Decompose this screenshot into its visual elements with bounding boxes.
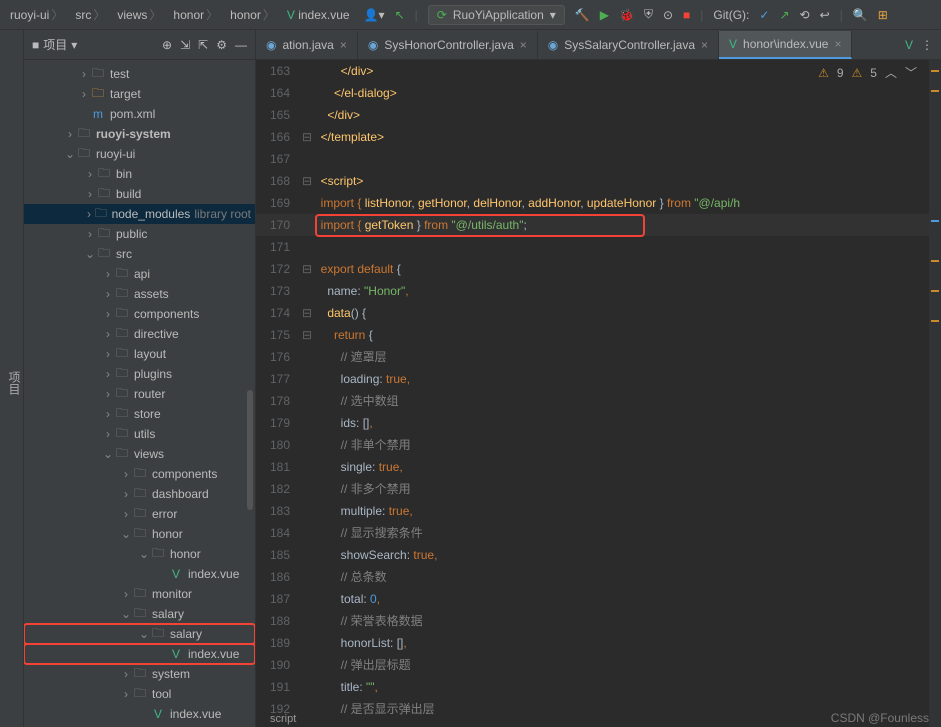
vue-icon[interactable]: V — [905, 38, 913, 52]
breadcrumb-bar: ruoyi-ui〉 src〉 views〉 honor〉 honor〉 V in… — [0, 0, 941, 30]
run-icon[interactable]: ▶ — [600, 8, 609, 22]
collapse-icon[interactable]: ⇱ — [198, 38, 208, 52]
close-icon[interactable]: × — [520, 38, 527, 52]
project-sidebar: ■ 项目 ▾ ⊕ ⇲ ⇱ ⚙ — ›🗀test ›🗀target mpom.xm… — [24, 30, 256, 727]
git-revert-icon[interactable]: ↩ — [820, 8, 830, 22]
close-icon[interactable]: × — [834, 37, 841, 51]
tree-scroll[interactable] — [247, 390, 253, 510]
settings-icon[interactable]: ⊞ — [878, 8, 888, 22]
stop-icon[interactable]: ■ — [683, 8, 690, 22]
close-icon[interactable]: × — [701, 38, 708, 52]
hide-icon[interactable]: — — [235, 38, 247, 52]
run-config-dropdown[interactable]: ⟳RuoYiApplication▾ — [428, 5, 565, 25]
project-tree[interactable]: ›🗀test ›🗀target mpom.xml ›🗀ruoyi-system … — [24, 60, 255, 727]
git-label: Git(G): — [713, 8, 749, 22]
locate-icon[interactable]: ⊕ — [162, 38, 172, 52]
breadcrumb[interactable]: honor〉 — [226, 6, 281, 23]
debug-icon[interactable]: 🐞 — [619, 8, 634, 22]
more-icon[interactable]: ⋮ — [921, 38, 933, 52]
git-commit-icon[interactable]: ↗ — [779, 8, 789, 22]
user-icon[interactable]: 👤▾ — [364, 8, 385, 22]
editor-pane: ◉ation.java× ◉SysHonorController.java× ◉… — [256, 30, 941, 727]
editor-minimap[interactable] — [929, 60, 941, 727]
sidebar-title: ■ 项目 ▾ — [32, 36, 77, 53]
breadcrumb-script[interactable]: script — [270, 711, 296, 727]
gear-icon[interactable]: ⚙ — [216, 38, 227, 52]
watermark: CSDN @Founless — [831, 711, 929, 725]
git-update-icon[interactable]: ✓ — [759, 8, 769, 22]
profile-icon[interactable]: ⊙ — [663, 8, 673, 22]
tab-ation[interactable]: ◉ation.java× — [256, 31, 358, 59]
tab-honor-index[interactable]: Vhonor\index.vue× — [719, 31, 852, 59]
expand-icon[interactable]: ⇲ — [180, 38, 190, 52]
breadcrumb[interactable]: ruoyi-ui〉 — [6, 6, 69, 23]
tab-syshonor[interactable]: ◉SysHonorController.java× — [358, 31, 538, 59]
search-icon[interactable]: 🔍 — [853, 8, 868, 22]
back-icon[interactable]: ↖ — [395, 8, 405, 22]
tab-syssalary[interactable]: ◉SysSalaryController.java× — [538, 31, 719, 59]
close-icon[interactable]: × — [340, 38, 347, 52]
build-icon[interactable]: 🔨 — [575, 8, 590, 22]
git-history-icon[interactable]: ⟲ — [800, 8, 810, 22]
code-editor[interactable]: 163 </div> 164 </el-dialog> 165 </div> 1… — [256, 60, 941, 727]
breadcrumb[interactable]: V index.vue — [283, 8, 354, 22]
project-tool-button[interactable]: 项目 — [0, 30, 24, 727]
breadcrumb[interactable]: src〉 — [71, 6, 111, 23]
editor-tabs: ◉ation.java× ◉SysHonorController.java× ◉… — [256, 30, 941, 60]
breadcrumb[interactable]: honor〉 — [169, 6, 224, 23]
breadcrumb[interactable]: views〉 — [113, 6, 167, 23]
coverage-icon[interactable]: ⛨ — [644, 7, 653, 22]
